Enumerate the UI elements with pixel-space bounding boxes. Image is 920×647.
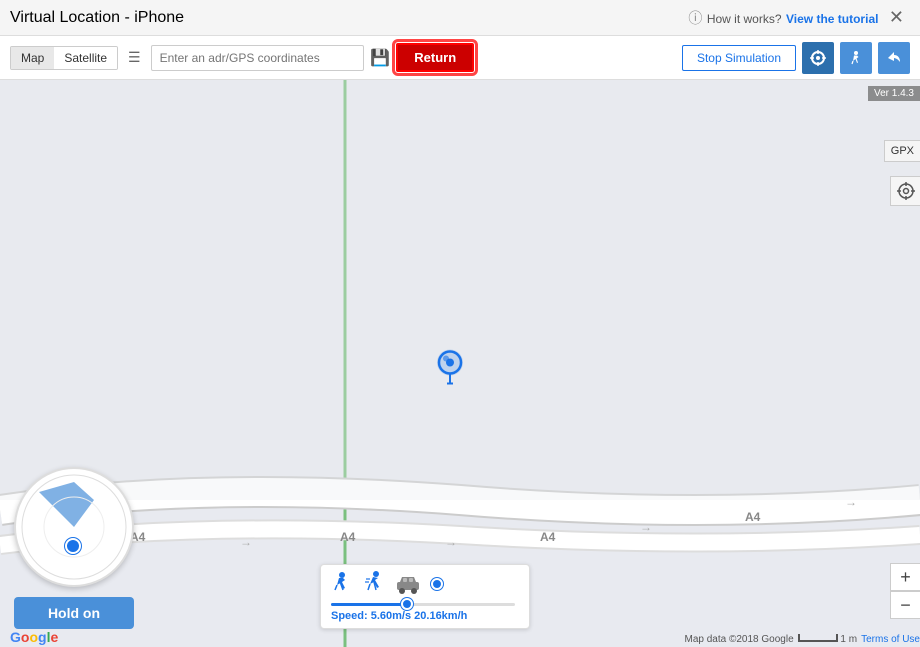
road-arrow-4: → <box>640 520 652 534</box>
save-icon[interactable]: 💾 <box>370 48 390 68</box>
title-bar: Virtual Location - iPhone ⓘ How it works… <box>0 0 920 36</box>
help-text: How it works? <box>707 12 782 26</box>
tutorial-link[interactable]: View the tutorial <box>786 12 878 26</box>
speed-label: Speed: <box>331 610 371 622</box>
road-arrow-3: → <box>445 535 457 549</box>
hold-on-button[interactable]: Hold on <box>14 597 134 629</box>
scale-bar: 1 m <box>798 634 857 645</box>
titlebar-right: ⓘ How it works? View the tutorial ✕ <box>688 5 910 30</box>
road-label-a4-2: A4 <box>340 530 355 544</box>
google-logo: Google <box>10 629 58 645</box>
terms-link[interactable]: Terms of Use <box>861 634 920 645</box>
speed-widget: Speed: 5.60m/s 20.16km/h <box>320 564 530 629</box>
location-target-button[interactable] <box>802 42 834 74</box>
map-satellite-toggle: Map Satellite <box>10 46 118 70</box>
toolbar: Map Satellite ☰ 💾 Return Stop Simulation <box>0 36 920 80</box>
map-tab[interactable]: Map <box>11 47 54 69</box>
run-speed-icon <box>363 571 385 597</box>
location-pin[interactable] <box>435 348 465 393</box>
return-button[interactable]: Return <box>396 43 474 72</box>
zoom-out-button[interactable]: − <box>890 591 920 619</box>
speed-mode-icons <box>331 571 515 597</box>
satellite-tab[interactable]: Satellite <box>54 47 117 69</box>
share-icon <box>886 50 902 66</box>
road-arrow-5: → <box>845 495 857 509</box>
walk-icon <box>848 50 864 66</box>
help-icon: ⓘ <box>688 10 702 26</box>
gpx-button[interactable]: GPX <box>884 140 920 162</box>
speed-value: 5.60m/s 20.16km/h <box>371 610 468 622</box>
road-arrow-2: → <box>240 535 252 549</box>
car-speed-icon <box>395 574 421 594</box>
close-button[interactable]: ✕ <box>883 5 910 30</box>
speed-thumb-indicator <box>431 578 443 590</box>
target-icon <box>810 50 826 66</box>
zoom-in-button[interactable]: + <box>890 563 920 591</box>
coord-input[interactable] <box>151 45 365 71</box>
walk-speed-icon <box>331 571 353 597</box>
list-icon[interactable]: ☰ <box>124 49 145 66</box>
version-badge: Ver 1.4.3 <box>868 86 920 101</box>
road-label-a4-4: A4 <box>745 510 760 524</box>
map-area[interactable]: A4 A4 A4 A4 → → → → → Ver 1.4.3 GPX + <box>0 80 920 647</box>
map-attribution: Map data ©2018 Google 1 m Terms of Use <box>685 634 920 645</box>
share-button[interactable] <box>878 42 910 74</box>
app-title: Virtual Location - iPhone <box>10 9 184 27</box>
map-data-text: Map data ©2018 Google <box>685 634 794 645</box>
side-target-icon[interactable] <box>890 176 920 206</box>
speed-text: Speed: 5.60m/s 20.16km/h <box>331 610 515 622</box>
speed-slider[interactable] <box>331 603 515 606</box>
walk-mode-button[interactable] <box>840 42 872 74</box>
road-label-a4-3: A4 <box>540 530 555 544</box>
compass-widget <box>14 467 134 587</box>
stop-simulation-button[interactable]: Stop Simulation <box>682 45 796 71</box>
